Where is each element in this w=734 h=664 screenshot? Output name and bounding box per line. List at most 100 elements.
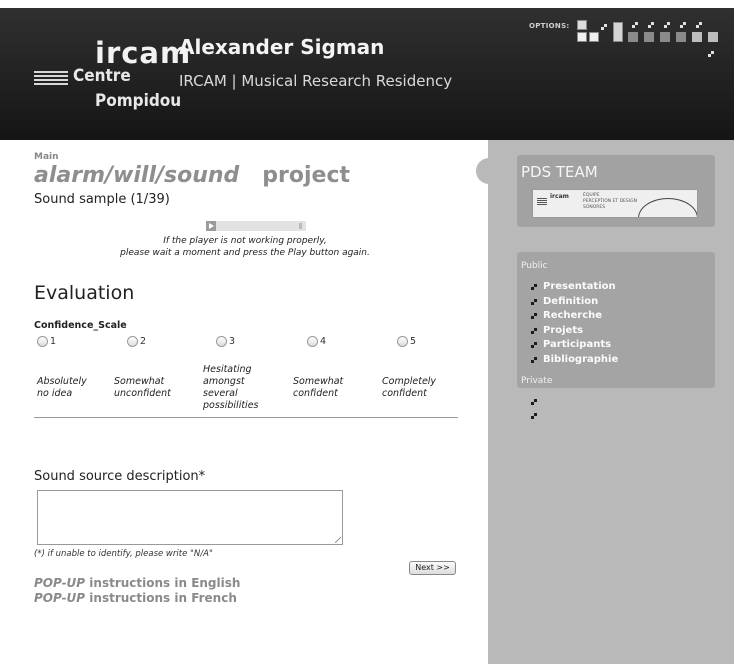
sidebar-item-label: Presentation xyxy=(543,281,616,292)
bullet-arrow-icon xyxy=(531,327,537,334)
page-title: alarm/will/sound project xyxy=(34,163,350,188)
site-subtitle: IRCAM | Musical Research Residency xyxy=(179,72,453,90)
pds-logo-ircam: ircam xyxy=(550,193,569,200)
logo-pompidou-text: Pompidou xyxy=(95,91,182,111)
color-option-1-icon[interactable] xyxy=(613,22,623,42)
pds-team-logo[interactable]: ircam ÉQUIPE PERCEPTION ET DESIGN SONORE… xyxy=(532,189,698,218)
sidebar-item-label: Projets xyxy=(543,324,584,336)
color-arrow-2-icon[interactable] xyxy=(648,22,654,28)
pds-logo-line3: SONORES xyxy=(583,205,606,210)
radio-circle[interactable] xyxy=(216,336,227,347)
next-button[interactable]: Next >> xyxy=(409,561,456,575)
radio-circle[interactable] xyxy=(397,336,408,347)
public-section-label: Public xyxy=(521,261,548,271)
player-note-line1: If the player is not working properly, xyxy=(163,236,327,246)
project-name: alarm/will/sound xyxy=(34,163,240,188)
pds-logo-graphic-icon xyxy=(638,198,697,217)
pds-team-title: PDS TEAM xyxy=(521,163,598,181)
scale-label-2: Somewhat unconfident xyxy=(114,376,171,399)
pds-logo-text: ÉQUIPE PERCEPTION ET DESIGN SONORES xyxy=(583,193,637,211)
layout-option-1-icon[interactable] xyxy=(577,32,587,42)
sidebar-item-label: Recherche xyxy=(543,310,603,321)
scale-label-5: Completely confident xyxy=(382,376,437,399)
player-note-line2: please wait a moment and press the Play … xyxy=(120,248,370,258)
scale-label-1: Absolutely no idea xyxy=(37,376,87,399)
confidence-radio-1[interactable]: 1 xyxy=(37,336,56,347)
popup-instructions-french-link[interactable]: POP-UP instructions in French xyxy=(34,591,237,605)
audio-player[interactable] xyxy=(206,221,306,231)
sidebar-item-projets[interactable]: Projets xyxy=(531,325,618,340)
sidebar-item-recherche[interactable]: Recherche xyxy=(531,310,618,325)
scale-label-4: Somewhat confident xyxy=(293,376,344,399)
bullet-arrow-icon xyxy=(531,313,537,319)
sidebar-item-presentation[interactable]: Presentation xyxy=(531,281,618,296)
color-arrow-4-icon[interactable] xyxy=(680,22,686,28)
bullet-arrow-icon xyxy=(531,342,537,348)
sidebar-item-label: Definition xyxy=(543,295,599,307)
confidence-radio-3[interactable]: 3 xyxy=(216,336,235,347)
confidence-radio-5[interactable]: 5 xyxy=(397,336,416,347)
sidebar-item-participants[interactable]: Participants xyxy=(531,339,618,354)
logo-stripes-icon xyxy=(537,198,547,205)
radio-label: 4 xyxy=(320,336,327,347)
evaluation-heading: Evaluation xyxy=(34,282,135,304)
logo-centre-text: Centre xyxy=(73,66,131,86)
source-description-textarea[interactable] xyxy=(37,490,343,545)
layout-option-toggle-icon[interactable] xyxy=(577,20,587,30)
bullet-arrow-icon xyxy=(531,284,537,290)
breadcrumb[interactable]: Main xyxy=(34,152,59,162)
centre-pompidou-logo-icon xyxy=(34,71,68,85)
sidebar-item-bibliographie[interactable]: Bibliographie xyxy=(531,354,618,369)
color-option-5-icon[interactable] xyxy=(676,32,686,42)
color-option-2-icon[interactable] xyxy=(628,32,638,42)
options-label: OPTIONS: xyxy=(529,22,570,30)
color-option-3-icon[interactable] xyxy=(644,32,654,42)
sidebar-item-definition[interactable]: Definition xyxy=(531,296,618,311)
color-option-4-icon[interactable] xyxy=(660,32,670,42)
popup-text: instructions in French xyxy=(85,591,237,605)
popup-prefix: POP-UP xyxy=(34,591,86,605)
site-header: ircam Centre Pompidou Alexander Sigman I… xyxy=(0,8,734,140)
private-link-2-icon[interactable] xyxy=(531,413,537,419)
radio-label: 5 xyxy=(410,336,417,347)
radio-circle[interactable] xyxy=(307,336,318,347)
private-link-1-icon[interactable] xyxy=(531,399,537,405)
confidence-scale-title: Confidence_Scale xyxy=(34,320,127,331)
sidebar-toggle-tab[interactable] xyxy=(476,158,502,184)
play-icon[interactable] xyxy=(206,221,216,231)
radio-circle[interactable] xyxy=(127,336,138,347)
radio-circle[interactable] xyxy=(37,336,48,347)
confidence-radio-2[interactable]: 2 xyxy=(127,336,146,347)
color-arrow-1-icon[interactable] xyxy=(632,22,638,28)
color-option-6-icon[interactable] xyxy=(692,32,702,42)
scale-label-3: Hesitating amongst several possibilities xyxy=(203,364,259,411)
private-section-label: Private xyxy=(521,376,553,386)
option-arrow-icon[interactable] xyxy=(601,24,607,30)
sidebar-item-label: Participants xyxy=(543,339,612,350)
site-title: Alexander Sigman xyxy=(179,35,385,59)
player-end-icon xyxy=(299,223,302,229)
radio-label: 2 xyxy=(140,336,147,347)
bullet-arrow-icon xyxy=(531,298,537,305)
layout-option-2-icon[interactable] xyxy=(589,32,599,42)
color-arrow-6-icon[interactable] xyxy=(708,51,714,57)
radio-label: 3 xyxy=(229,336,236,347)
source-description-heading: Sound source description* xyxy=(34,469,206,484)
popup-text: instructions in English xyxy=(85,576,241,590)
popup-prefix: POP-UP xyxy=(34,576,86,590)
color-arrow-5-icon[interactable] xyxy=(696,22,702,28)
public-links-list: Presentation Definition Recherche Projet… xyxy=(531,281,618,368)
source-description-note: (*) if unable to identify, please write … xyxy=(34,549,213,559)
radio-label: 1 xyxy=(50,336,57,347)
popup-instructions-english-link[interactable]: POP-UP instructions in English xyxy=(34,576,240,590)
divider xyxy=(34,417,458,418)
ircam-logo[interactable]: ircam xyxy=(95,36,191,70)
bullet-arrow-icon xyxy=(531,356,537,363)
sidebar-item-label: Bibliographie xyxy=(543,353,619,365)
project-word: project xyxy=(262,163,351,188)
confidence-radio-4[interactable]: 4 xyxy=(307,336,326,347)
sound-sample-label: Sound sample (1/39) xyxy=(34,192,170,207)
color-arrow-3-icon[interactable] xyxy=(664,22,670,28)
color-option-7-icon[interactable] xyxy=(708,32,718,42)
player-note: If the player is not working properly, p… xyxy=(90,235,400,259)
